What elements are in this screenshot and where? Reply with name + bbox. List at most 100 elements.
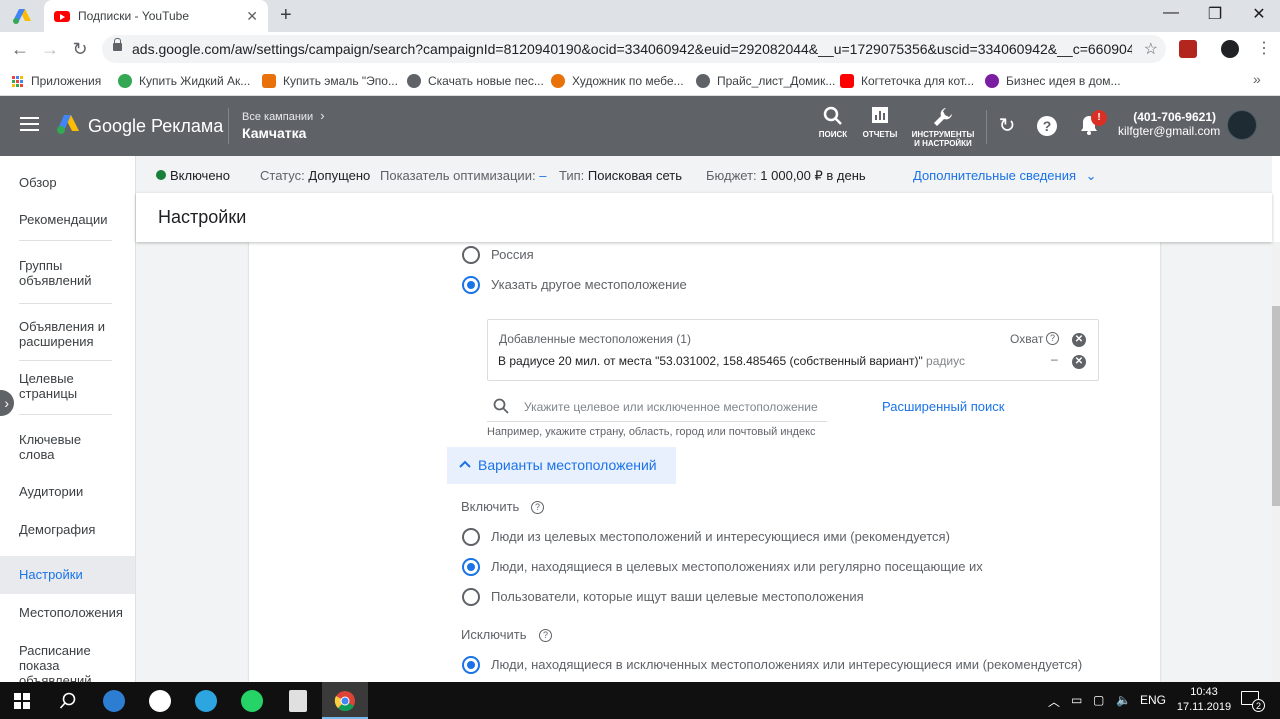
radio-include-present[interactable] [462, 558, 480, 576]
globe-icon [407, 74, 421, 88]
sidebar-item-ad-schedule[interactable]: Расписание показа объявлений [0, 643, 100, 682]
help-icon[interactable]: ? [1046, 332, 1059, 345]
browser-menu-icon[interactable]: ⋮ [1256, 38, 1272, 58]
minimize-icon[interactable]: — [1156, 4, 1186, 22]
radio-include-searching[interactable] [462, 588, 480, 606]
google-ads-tab-icon[interactable] [12, 7, 32, 25]
battery-icon[interactable]: ▢ [1093, 693, 1104, 707]
menu-icon[interactable] [20, 117, 39, 131]
info-app-icon[interactable] [138, 682, 182, 719]
remove-all-icon[interactable]: ✕ [1072, 333, 1086, 347]
account-email: kilfgter@gmail.com [1118, 124, 1221, 138]
bookmark-apps[interactable]: Приложения [12, 71, 101, 91]
radio-russia-label: Россия [491, 247, 534, 262]
sidebar-item-keywords[interactable]: Ключевые слова [0, 432, 81, 462]
sidebar-divider [19, 360, 112, 361]
type-value: Поисковая сеть [587, 168, 682, 183]
scrollbar-thumb[interactable] [1272, 306, 1280, 506]
location-search-field[interactable]: Укажите целевое или исключенное местопол… [487, 392, 827, 422]
avatar[interactable] [1227, 110, 1257, 140]
bookmark-label: Прайс_лист_Домик... [717, 74, 836, 88]
tools-settings[interactable]: ИНСТРУМЕНТЫ И НАСТРОЙКИ [909, 106, 977, 148]
more-bookmarks-icon[interactable]: » [1253, 71, 1261, 87]
sidebar-item-landing-pages[interactable]: Целевые страницы [0, 371, 90, 401]
status-field: Статус: Допущено [260, 168, 370, 183]
more-details-link[interactable]: Дополнительные сведения ⌄ [913, 168, 1097, 184]
close-window-icon[interactable]: ✕ [1244, 4, 1274, 24]
url-text[interactable]: ads.google.com/aw/settings/campaign/sear… [132, 41, 1132, 57]
bookmark-item[interactable]: Бизнес идея в дом... [985, 71, 1121, 91]
sidebar-divider [19, 240, 112, 241]
chrome-icon[interactable] [323, 682, 367, 719]
refresh-icon[interactable]: ↻ [995, 114, 1019, 138]
app-icon[interactable] [92, 682, 136, 719]
browser-tab[interactable]: Подписки - YouTube ✕ [44, 0, 268, 32]
close-tab-icon[interactable]: ✕ [246, 8, 258, 25]
bookmark-item[interactable]: Купить эмаль "Эпо... [262, 71, 398, 91]
search-icon [493, 398, 509, 417]
bookmark-item[interactable]: Художник по мебе... [551, 71, 684, 91]
bookmark-item[interactable]: Купить Жидкий Ак... [118, 71, 250, 91]
radius-link[interactable]: радиус [926, 354, 965, 368]
sidebar-item-overview[interactable]: Обзор [0, 175, 135, 190]
help-icon[interactable]: ? [1037, 116, 1057, 136]
help-icon[interactable]: ? [531, 501, 544, 514]
reports-tool[interactable]: ОТЧЕТЫ [852, 106, 908, 139]
breadcrumb-parent[interactable]: Все кампании [242, 111, 313, 123]
sidebar-item-recommendations[interactable]: Рекомендации [0, 212, 135, 227]
address-bar[interactable]: ads.google.com/aw/settings/campaign/sear… [102, 35, 1166, 63]
reach-label: Охват [1010, 332, 1044, 346]
added-location-item: В радиусе 20 мил. от места "53.031002, 1… [498, 354, 965, 368]
bookmark-star-icon[interactable]: ☆ [1144, 39, 1158, 59]
browser-tab-strip: Подписки - YouTube ✕ + — ❐ ✕ [0, 0, 1280, 32]
extension-icon[interactable] [1179, 40, 1197, 58]
chevron-right-icon: › [320, 108, 325, 123]
calculator-icon[interactable] [276, 682, 320, 719]
clock[interactable]: 10:43 17.11.2019 [1172, 685, 1236, 715]
campaign-state[interactable]: Включено [170, 168, 230, 183]
new-tab-button[interactable]: + [280, 4, 292, 27]
radio-russia[interactable] [462, 246, 480, 264]
bookmark-label: Художник по мебе... [572, 74, 684, 88]
sidebar-item-ad-groups[interactable]: Группы объявлений [0, 258, 110, 288]
help-icon[interactable]: ? [539, 629, 552, 642]
sidebar-item-demographics[interactable]: Демография [0, 522, 135, 537]
lock-icon [113, 38, 122, 51]
reload-icon[interactable]: ↻ [68, 38, 92, 60]
type-label: Тип: [559, 168, 585, 183]
sidebar-item-ads-extensions[interactable]: Объявления и расширения [0, 319, 112, 349]
whatsapp-icon[interactable] [230, 682, 274, 719]
site-icon [551, 74, 565, 88]
volume-icon[interactable]: 🔈 [1116, 693, 1131, 707]
sidebar-item-audiences[interactable]: Аудитории [0, 484, 135, 499]
search-icon[interactable] [46, 682, 90, 719]
bookmark-item[interactable]: Когтеточка для кот... [840, 71, 974, 91]
windows-start-icon[interactable] [0, 682, 44, 719]
sidebar-item-locations[interactable]: Местоположения [0, 605, 135, 620]
settings-card [249, 242, 1160, 682]
site-icon [262, 74, 276, 88]
advanced-search-link[interactable]: Расширенный поиск [882, 399, 1004, 414]
restore-icon[interactable]: ❐ [1200, 4, 1230, 24]
language-indicator[interactable]: ENG [1140, 693, 1166, 707]
location-options-toggle[interactable]: Варианты местоположений [447, 447, 676, 484]
radio-include-interested-label: Люди из целевых местоположений и интерес… [491, 529, 950, 544]
telegram-icon[interactable] [184, 682, 228, 719]
bookmark-item[interactable]: Прайс_лист_Домик... [696, 71, 835, 91]
bookmark-item[interactable]: Скачать новые пес... [407, 71, 544, 91]
radio-other-location[interactable] [462, 276, 480, 294]
profile-icon[interactable] [1221, 40, 1239, 58]
radio-exclude-present[interactable] [462, 656, 480, 674]
forward-icon[interactable]: → [38, 38, 62, 60]
tool-label: ИНСТРУМЕНТЫ И НАСТРОЙКИ [911, 130, 975, 148]
back-icon[interactable]: ← [8, 38, 32, 60]
network-icon[interactable]: ▭ [1071, 693, 1082, 707]
sidebar-item-settings[interactable]: Настройки [0, 556, 135, 594]
radio-include-interested[interactable] [462, 528, 480, 546]
remove-location-icon[interactable]: ✕ [1072, 355, 1086, 369]
breadcrumb[interactable]: Все кампании › Камчатка [228, 108, 325, 144]
optimization-value: – [539, 168, 547, 183]
bookmark-label: Скачать новые пес... [428, 74, 544, 88]
account-info[interactable]: (401-706-9621) kilfgter@gmail.com [1118, 110, 1221, 138]
tray-chevron-icon[interactable]: ︿ [1048, 693, 1060, 710]
